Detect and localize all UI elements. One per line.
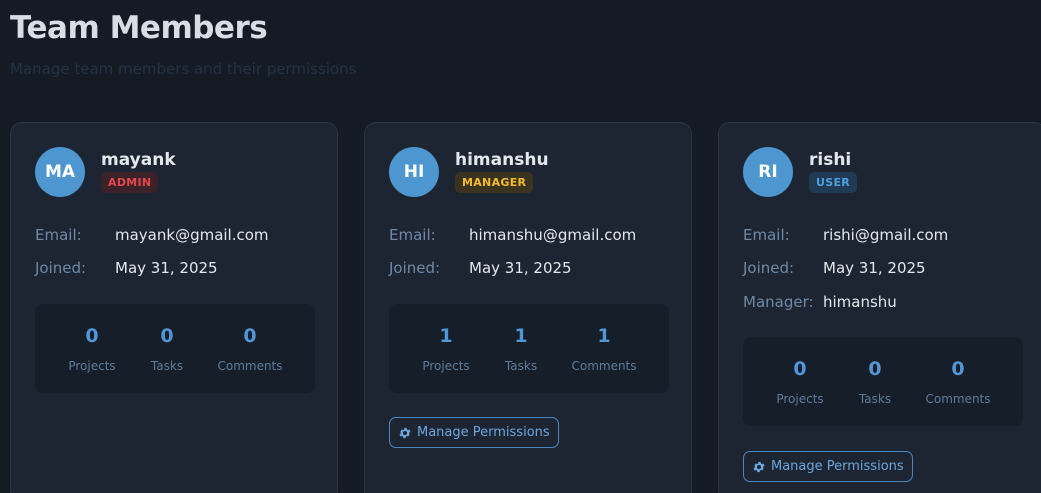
projects-count: 0: [793, 358, 807, 380]
team-members-page: Team Members Manage team members and the…: [0, 0, 1041, 493]
page-subtitle: Manage team members and their permission…: [10, 60, 357, 78]
manage-permissions-label: Manage Permissions: [417, 425, 550, 440]
avatar: MA: [35, 147, 85, 197]
member-name: rishi: [809, 150, 852, 170]
role-badge: MANAGER: [455, 172, 534, 193]
page-title: Team Members: [10, 10, 268, 46]
member-card-rishi: RI rishi USER Email: rishi@gmail.com Joi…: [718, 122, 1041, 493]
stat-projects: 0 Projects: [47, 304, 137, 393]
projects-label: Projects: [776, 392, 824, 406]
comments-label: Comments: [217, 359, 283, 373]
member-card-himanshu: HI himanshu MANAGER Email: himanshu@gmai…: [364, 122, 692, 493]
email-label: Email:: [35, 226, 82, 244]
joined-label: Joined:: [35, 259, 87, 277]
member-card-mayank: MA mayank ADMIN Email: mayank@gmail.com …: [10, 122, 338, 493]
joined-value: May 31, 2025: [469, 259, 572, 277]
email-label: Email:: [743, 226, 790, 244]
tasks-label: Tasks: [150, 359, 184, 373]
stats-panel: 0 Projects 0 Tasks 0 Comments: [743, 337, 1023, 426]
gear-icon: [399, 427, 411, 438]
email-value: mayank@gmail.com: [115, 226, 269, 244]
tasks-count: 0: [868, 358, 882, 380]
manage-permissions-button[interactable]: Manage Permissions: [743, 451, 913, 482]
comments-label: Comments: [571, 359, 637, 373]
stat-tasks: 0 Tasks: [840, 337, 910, 426]
comments-count: 1: [597, 325, 611, 347]
projects-count: 0: [85, 325, 99, 347]
joined-value: May 31, 2025: [115, 259, 218, 277]
stat-tasks: 0 Tasks: [132, 304, 202, 393]
joined-label: Joined:: [743, 259, 795, 277]
stats-panel: 1 Projects 1 Tasks 1 Comments: [389, 304, 669, 393]
stat-comments: 1 Comments: [559, 304, 649, 393]
stat-comments: 0 Comments: [205, 304, 295, 393]
manage-permissions-button[interactable]: Manage Permissions: [389, 417, 559, 448]
stat-projects: 1 Projects: [401, 304, 491, 393]
email-label: Email:: [389, 226, 436, 244]
avatar: HI: [389, 147, 439, 197]
email-value: rishi@gmail.com: [823, 226, 949, 244]
tasks-label: Tasks: [504, 359, 538, 373]
stat-tasks: 1 Tasks: [486, 304, 556, 393]
comments-label: Comments: [925, 392, 991, 406]
tasks-count: 1: [514, 325, 528, 347]
comments-count: 0: [951, 358, 965, 380]
projects-count: 1: [439, 325, 453, 347]
projects-label: Projects: [68, 359, 116, 373]
stats-panel: 0 Projects 0 Tasks 0 Comments: [35, 304, 315, 393]
member-name: himanshu: [455, 150, 549, 170]
stat-projects: 0 Projects: [755, 337, 845, 426]
gear-icon: [753, 461, 765, 472]
manage-permissions-label: Manage Permissions: [771, 459, 904, 474]
email-value: himanshu@gmail.com: [469, 226, 637, 244]
tasks-count: 0: [160, 325, 174, 347]
role-badge: ADMIN: [101, 172, 159, 193]
joined-value: May 31, 2025: [823, 259, 926, 277]
stat-comments: 0 Comments: [913, 337, 1003, 426]
tasks-label: Tasks: [858, 392, 892, 406]
role-badge: USER: [809, 172, 858, 193]
member-name: mayank: [101, 150, 176, 170]
avatar: RI: [743, 147, 793, 197]
joined-label: Joined:: [389, 259, 441, 277]
manager-label: Manager:: [743, 293, 814, 311]
manager-value: himanshu: [823, 293, 897, 311]
comments-count: 0: [243, 325, 257, 347]
projects-label: Projects: [422, 359, 470, 373]
